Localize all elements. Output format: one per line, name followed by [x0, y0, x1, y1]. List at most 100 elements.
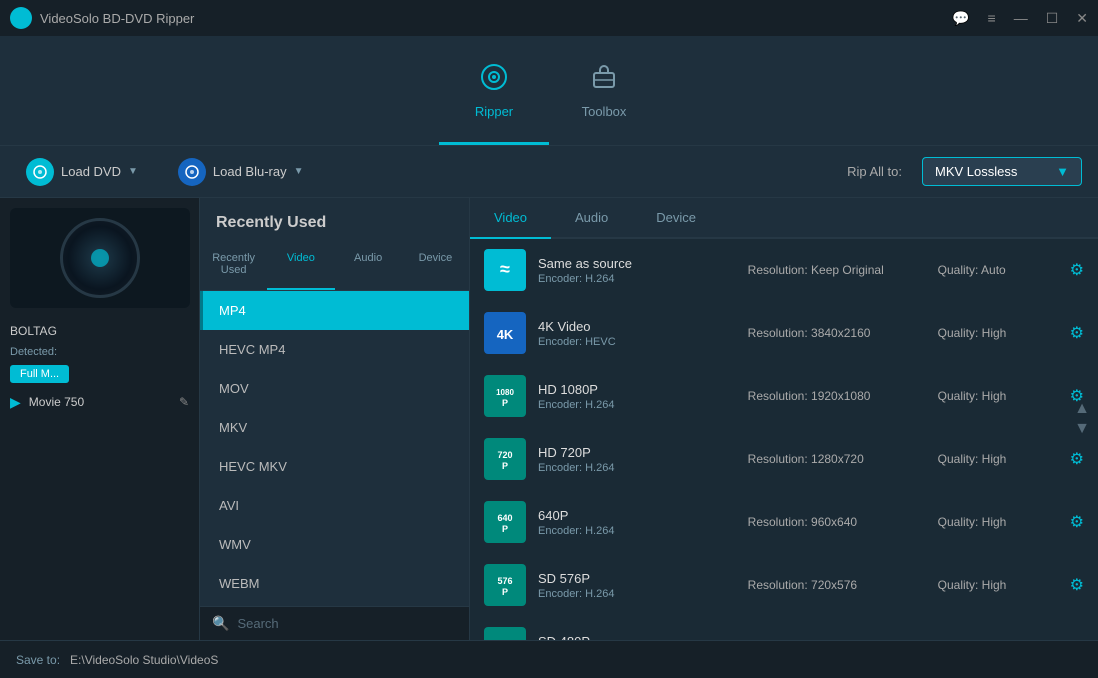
feedback-icon[interactable]: 💬 — [952, 10, 969, 27]
toolbox-label: Toolbox — [582, 104, 627, 119]
app-title: VideoSolo BD-DVD Ripper — [40, 11, 194, 26]
maximize-icon[interactable]: ☐ — [1046, 10, 1059, 27]
svg-text:P: P — [502, 398, 508, 408]
tab-ripper[interactable]: Ripper — [439, 45, 549, 145]
disc-label-row: BOLTAG — [10, 322, 189, 342]
scroll-arrows: ▲ ▼ — [1074, 401, 1090, 437]
format-item-webm[interactable]: WEBM — [200, 564, 469, 603]
output-name-5: SD 576P — [538, 571, 738, 586]
bottom-bar: Save to: E:\VideoSolo Studio\VideoS — [0, 640, 1098, 678]
output-name-1: 4K Video — [538, 319, 738, 334]
full-movie-button[interactable]: Full M... — [10, 365, 69, 383]
load-dvd-chevron[interactable]: ▼ — [128, 166, 138, 177]
detected-label: Detected: — [10, 346, 57, 358]
settings-icon-6[interactable]: ⚙ — [1070, 638, 1084, 640]
output-row-inner-3: HD 720P Encoder: H.264 Resolution: 1280x… — [538, 445, 1058, 474]
format-item-hevc-mp4[interactable]: HEVC MP4 — [200, 330, 469, 369]
svg-text:4K: 4K — [497, 327, 514, 342]
toolbar: Load DVD ▼ Load Blu-ray ▼ Rip All to: MK… — [0, 146, 1098, 198]
output-sub-3: Encoder: H.264 — [538, 462, 738, 474]
output-row-720p[interactable]: 720P HD 720P Encoder: H.264 Resolution: … — [470, 428, 1098, 491]
titlebar: VideoSolo BD-DVD Ripper 💬 ≡ — ☐ ✕ — [0, 0, 1098, 36]
menu-icon[interactable]: ≡ — [988, 10, 996, 26]
fmt-tab-device[interactable]: Device — [402, 240, 469, 290]
fmt-tab-audio[interactable]: Audio — [335, 240, 402, 290]
load-bluray-chevron[interactable]: ▼ — [294, 166, 304, 177]
svg-text:640: 640 — [497, 513, 512, 523]
output-row-inner-0: Same as source Encoder: H.264 Resolution… — [538, 256, 1058, 285]
play-icon[interactable]: ▶ — [10, 394, 21, 411]
app-icon — [10, 7, 32, 29]
toolbox-icon — [590, 63, 618, 98]
svg-text:480: 480 — [497, 639, 512, 640]
output-row-1080p[interactable]: 1080P HD 1080P Encoder: H.264 Resolution… — [470, 365, 1098, 428]
left-panel: BOLTAG Detected: Full M... ▶ Movie 750 ✎ — [0, 198, 200, 640]
load-bluray-button[interactable]: Load Blu-ray ▼ — [168, 153, 314, 191]
output-quality-0: Quality: Auto — [938, 263, 1058, 277]
search-input[interactable] — [237, 616, 457, 631]
minimize-icon[interactable]: — — [1014, 10, 1028, 26]
tab-toolbox[interactable]: Toolbox — [549, 45, 659, 145]
output-name-2: HD 1080P — [538, 382, 738, 397]
output-name-0: Same as source — [538, 256, 738, 271]
format-tabs: Recently Used Video Audio Device — [200, 240, 469, 291]
badge-4k: 4K — [484, 312, 526, 354]
output-sub-4: Encoder: H.264 — [538, 525, 738, 537]
fmt-tab-video[interactable]: Video — [267, 240, 334, 290]
edit-icon[interactable]: ✎ — [179, 395, 189, 409]
format-panel: Recently Used Recently Used Video Audio … — [200, 198, 470, 640]
svg-text:P: P — [502, 524, 508, 534]
bluray-icon — [178, 158, 206, 186]
titlebar-left: VideoSolo BD-DVD Ripper — [10, 7, 194, 29]
output-sub-2: Encoder: H.264 — [538, 399, 738, 411]
output-tab-video[interactable]: Video — [470, 198, 551, 239]
format-item-mp4[interactable]: MP4 — [200, 291, 469, 330]
output-tab-audio[interactable]: Audio — [551, 198, 632, 239]
format-item-avi[interactable]: AVI — [200, 486, 469, 525]
rip-all-value: MKV Lossless — [935, 164, 1017, 179]
output-info-1: 4K Video Encoder: HEVC — [538, 319, 738, 348]
output-row-same-as-source[interactable]: ≈ Same as source Encoder: H.264 Resoluti… — [470, 239, 1098, 302]
output-row-4k[interactable]: 4K 4K Video Encoder: HEVC Resolution: 38… — [470, 302, 1098, 365]
format-item-mkv[interactable]: MKV — [200, 408, 469, 447]
settings-icon-1[interactable]: ⚙ — [1070, 323, 1084, 343]
ripper-icon — [480, 63, 508, 98]
scroll-up-icon[interactable]: ▲ — [1074, 401, 1090, 417]
load-dvd-label: Load DVD — [61, 164, 121, 179]
output-row-640p[interactable]: 640P 640P Encoder: H.264 Resolution: 960… — [470, 491, 1098, 554]
output-name-4: 640P — [538, 508, 738, 523]
rip-all-select[interactable]: MKV Lossless ▼ — [922, 157, 1082, 186]
output-sub-1: Encoder: HEVC — [538, 336, 738, 348]
output-sub-5: Encoder: H.264 — [538, 588, 738, 600]
format-item-hevc-mkv[interactable]: HEVC MKV — [200, 447, 469, 486]
format-list: MP4 HEVC MP4 MOV MKV HEVC MKV AVI WMV WE… — [200, 291, 469, 606]
format-item-wmv[interactable]: WMV — [200, 525, 469, 564]
svg-text:1080: 1080 — [496, 388, 514, 397]
movie-row: ▶ Movie 750 ✎ — [10, 394, 189, 411]
settings-icon-3[interactable]: ⚙ — [1070, 449, 1084, 469]
output-res-3: Resolution: 1280x720 — [748, 452, 928, 466]
settings-icon-4[interactable]: ⚙ — [1070, 512, 1084, 532]
disc-label: BOLTAG — [10, 324, 57, 338]
svg-text:576: 576 — [497, 576, 512, 586]
output-info-4: 640P Encoder: H.264 — [538, 508, 738, 537]
load-dvd-button[interactable]: Load DVD ▼ — [16, 153, 148, 191]
output-quality-1: Quality: High — [938, 326, 1058, 340]
settings-icon-0[interactable]: ⚙ — [1070, 260, 1084, 280]
output-row-576p[interactable]: 576P SD 576P Encoder: H.264 Resolution: … — [470, 554, 1098, 617]
output-row-480p[interactable]: 480P SD 480P Encoder: H.264 Resolution: … — [470, 617, 1098, 640]
badge-576p: 576P — [484, 564, 526, 606]
svg-text:P: P — [502, 461, 508, 471]
nav-tabs: Ripper Toolbox — [0, 36, 1098, 146]
search-icon: 🔍 — [212, 615, 229, 632]
output-res-1: Resolution: 3840x2160 — [748, 326, 928, 340]
output-tab-device[interactable]: Device — [632, 198, 720, 239]
fmt-tab-recently-used[interactable]: Recently Used — [200, 240, 267, 290]
output-list: ≈ Same as source Encoder: H.264 Resoluti… — [470, 239, 1098, 640]
settings-icon-5[interactable]: ⚙ — [1070, 575, 1084, 595]
scroll-down-icon[interactable]: ▼ — [1074, 421, 1090, 437]
close-icon[interactable]: ✕ — [1076, 10, 1088, 27]
format-item-mov[interactable]: MOV — [200, 369, 469, 408]
detected-row: Detected: — [10, 344, 189, 362]
output-quality-5: Quality: High — [938, 578, 1058, 592]
